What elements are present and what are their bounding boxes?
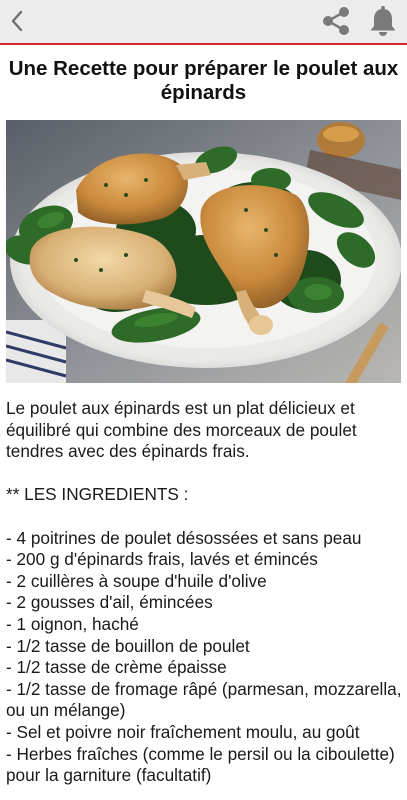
list-item: - 200 g d'épinards frais, lavés et éminc… [6, 549, 318, 570]
ingredients-list: - 4 poitrines de poulet désossées et san… [6, 528, 402, 787]
chicken-spinach-photo [6, 120, 401, 383]
ingredients-heading: ** LES INGREDIENTS : [6, 484, 189, 505]
list-item: - Sel et poivre noir fraîchement moulu, … [6, 721, 360, 742]
share-button[interactable] [318, 3, 354, 39]
top-app-bar [0, 0, 407, 45]
list-item: - Herbes fraîches (comme le persil ou la… [6, 743, 395, 786]
article-intro: Le poulet aux épinards est un plat délic… [6, 398, 357, 462]
list-item: - 1/2 tasse de bouillon de poulet [6, 635, 250, 656]
notification-button[interactable] [364, 2, 402, 40]
list-item: - 1/2 tasse de fromage râpé (parmesan, m… [6, 678, 402, 721]
article-title: Une Recette pour préparer le poulet aux … [8, 57, 399, 104]
chevron-left-icon [11, 10, 23, 32]
list-item: - 2 cuillères à soupe d'huile d'olive [6, 570, 267, 591]
back-button[interactable] [2, 4, 32, 38]
list-item: - 1 oignon, haché [6, 613, 139, 634]
list-item: - 4 poitrines de poulet désossées et san… [6, 527, 362, 548]
recipe-image [6, 120, 401, 383]
article-body: Le poulet aux épinards est un plat délic… [6, 398, 402, 787]
list-item: - 2 gousses d'ail, émincées [6, 592, 213, 613]
share-icon [323, 7, 349, 35]
list-item: - 1/2 tasse de crème épaisse [6, 657, 227, 678]
bell-icon [370, 6, 396, 36]
